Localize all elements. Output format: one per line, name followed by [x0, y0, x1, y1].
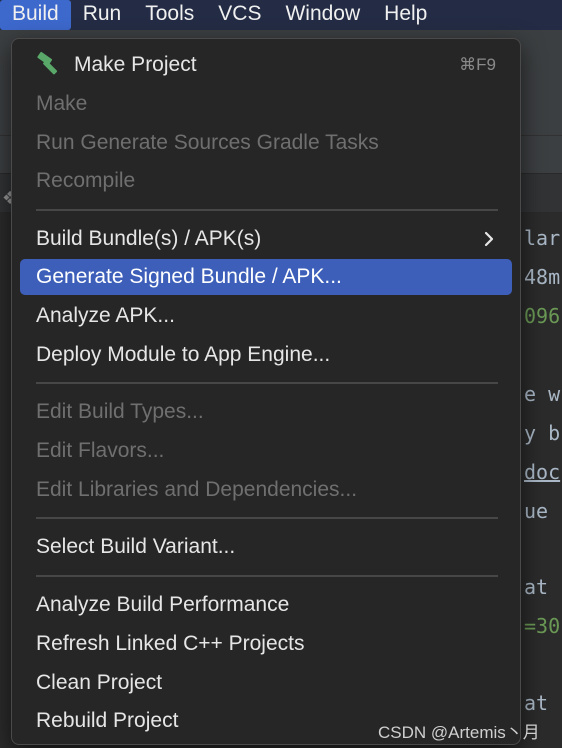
code-link-fragment[interactable]: doc [524, 460, 560, 484]
run-generate-sources-item[interactable]: Run Generate Sources Gradle Tasks [20, 125, 512, 161]
make-item[interactable]: Make [20, 86, 512, 122]
recompile-item[interactable]: Recompile [20, 163, 512, 199]
analyze-apk-item[interactable]: Analyze APK... [20, 298, 512, 334]
menu-build[interactable]: Build [0, 0, 71, 30]
build-menu-dropdown: Make Project ⌘F9 Make Run Generate Sourc… [11, 38, 521, 745]
menu-separator [36, 517, 498, 519]
make-project-item[interactable]: Make Project ⌘F9 [20, 47, 512, 83]
menu-help[interactable]: Help [372, 0, 439, 30]
analyze-build-performance-item[interactable]: Analyze Build Performance [20, 587, 512, 623]
menu-separator [36, 209, 498, 211]
edit-build-types-item[interactable]: Edit Build Types... [20, 394, 512, 430]
clean-project-item[interactable]: Clean Project [20, 665, 512, 701]
code-fragment: 096 [524, 304, 561, 328]
deploy-module-item[interactable]: Deploy Module to App Engine... [20, 337, 512, 373]
code-fragment: at [524, 575, 549, 599]
code-fragment: e w [524, 382, 561, 406]
code-fragment: at [524, 691, 549, 715]
hammer-icon [36, 51, 64, 75]
code-fragment: 48m [524, 265, 561, 289]
make-project-shortcut: ⌘F9 [459, 55, 496, 74]
build-bundles-apks-label: Build Bundle(s) / APK(s) [36, 227, 262, 250]
menu-window[interactable]: Window [273, 0, 372, 30]
build-bundles-apks-item[interactable]: Build Bundle(s) / APK(s) [20, 221, 512, 257]
select-build-variant-item[interactable]: Select Build Variant... [20, 529, 512, 565]
menu-separator [36, 575, 498, 577]
edit-flavors-item[interactable]: Edit Flavors... [20, 433, 512, 469]
menu-tools[interactable]: Tools [133, 0, 206, 30]
edit-libraries-item[interactable]: Edit Libraries and Dependencies... [20, 472, 512, 508]
watermark: CSDN @Artemis丶月 [378, 723, 540, 742]
generate-signed-bundle-item[interactable]: Generate Signed Bundle / APK... [20, 259, 512, 295]
code-fragment: y b [524, 421, 561, 445]
chevron-right-icon [484, 231, 494, 247]
menu-separator [36, 382, 498, 384]
code-fragment: lar [524, 226, 561, 250]
code-fragment: =30 [524, 614, 561, 638]
refresh-linked-cpp-item[interactable]: Refresh Linked C++ Projects [20, 626, 512, 662]
make-project-label: Make Project [74, 53, 197, 76]
code-fragment: ue [524, 499, 549, 523]
menu-run[interactable]: Run [71, 0, 134, 30]
menu-bar: Build Run Tools VCS Window Help [0, 0, 562, 30]
menu-vcs[interactable]: VCS [206, 0, 273, 30]
